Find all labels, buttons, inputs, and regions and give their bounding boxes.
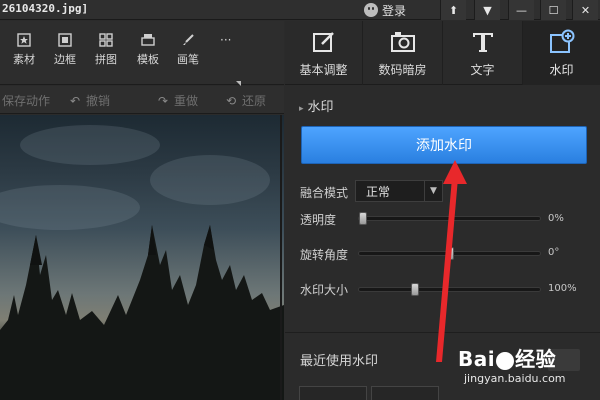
tab-darkroom[interactable]: 数码暗房 [363,21,443,85]
baidu-watermark: Bai 经验 jingyan.baidu.com [458,343,566,385]
redo-button[interactable]: ↷ 重做 [158,92,198,109]
tool-brush[interactable]: 画笔 [168,33,208,67]
blend-mode-select[interactable]: 正常 ▼ [355,180,443,202]
brush-icon [181,33,195,47]
frame-icon [58,33,72,47]
rotation-label: 旋转角度 [300,248,349,262]
tool-collage[interactable]: 拼图 [86,33,126,67]
divider [285,332,600,333]
menu-button[interactable]: ▼ [474,0,500,20]
shirt-icon: ⬆ [448,3,459,17]
section-header[interactable]: ▸ 水印 [299,96,334,115]
undo-button[interactable]: ↶ 撤销 [70,92,110,109]
star-square-icon [17,33,31,47]
tab-label: 文字 [470,63,495,77]
save-action-button[interactable]: 保存动作 [2,92,50,109]
undo-icon: ↶ [70,94,81,108]
recent-watermark-thumb[interactable] [299,386,367,400]
dropdown-arrow-icon: ▼ [424,181,442,201]
section-title: 水印 [307,100,334,115]
tool-material[interactable]: 素材 [4,33,44,67]
photo-canvas[interactable] [0,115,284,400]
tool-label: 素材 [13,53,35,66]
minimize-button[interactable]: — [508,0,534,20]
camera-icon [390,29,416,55]
function-tabs: 基本调整 数码暗房 文字 水印 [285,21,600,85]
tab-watermark[interactable]: 水印 [523,21,600,85]
grid-icon [99,33,113,47]
window-title: 26104320.jpg] [2,2,89,15]
tab-text[interactable]: 文字 [443,21,523,85]
title-bar: 26104320.jpg] 登录 ⬆ ▼ — ☐ ✕ [0,0,600,20]
text-icon [470,29,496,55]
edit-icon [311,29,337,55]
add-watermark-button[interactable]: 添加水印 [301,126,587,164]
opacity-label: 透明度 [300,213,337,227]
opacity-slider-handle[interactable] [359,212,367,225]
recent-watermarks-title: 最近使用水印 [300,354,379,369]
maximize-button[interactable]: ☐ [540,0,566,20]
opacity-slider[interactable] [358,212,541,225]
close-icon: ✕ [580,3,591,17]
opacity-value: 0% [548,213,564,224]
tool-label: 画笔 [177,53,199,66]
blend-mode-label: 融合模式 [300,186,349,200]
tab-label: 基本调整 [299,63,348,77]
more-button[interactable]: ··· [220,33,231,47]
menu-icon: ▼ [483,3,492,17]
action-label: 重做 [174,94,199,108]
size-value: 100% [548,283,577,294]
action-label: 撤销 [86,94,111,108]
watermark-url: jingyan.baidu.com [464,372,566,385]
login-button[interactable]: 登录 [360,0,424,20]
tool-template[interactable]: 模板 [128,33,168,67]
login-label: 登录 [382,3,407,18]
size-label: 水印大小 [300,283,349,297]
tab-label: 水印 [549,63,574,77]
tool-frame[interactable]: 边框 [45,33,85,67]
maximize-icon: ☐ [548,3,559,17]
action-label: 保存动作 [2,94,51,108]
restore-icon: ⟲ [226,94,237,108]
watermark-brand: Bai 经验 [458,347,557,371]
action-bar: 保存动作 ↶ 撤销 ↷ 重做 ⟲ 还原 [0,86,284,114]
rotation-value: 0° [548,247,560,258]
rotation-slider-handle[interactable] [446,247,454,260]
action-label: 还原 [242,94,267,108]
redo-icon: ↷ [158,94,169,108]
size-slider-handle[interactable] [411,283,419,296]
tool-label: 模板 [137,53,159,66]
collapse-caret-icon: ▸ [299,104,304,114]
tool-label: 拼图 [95,53,117,66]
skin-button[interactable]: ⬆ [440,0,466,20]
tab-basic-adjust[interactable]: 基本调整 [285,21,363,85]
blend-mode-value: 正常 [366,185,391,199]
recent-watermark-thumb[interactable] [371,386,439,400]
tool-label: 边框 [54,53,76,66]
tab-label: 数码暗房 [378,63,427,77]
rotation-slider[interactable] [358,247,541,260]
tool-bar: 素材 边框 拼图 模板 画笔 ··· [0,21,284,86]
template-icon [141,33,155,47]
minimize-icon: — [516,3,527,17]
paw-icon [496,351,515,370]
restore-button[interactable]: ⟲ 还原 [226,92,266,109]
watermark-icon [549,29,575,55]
user-face-icon [364,3,378,17]
size-slider[interactable] [358,283,541,296]
close-button[interactable]: ✕ [572,0,598,20]
